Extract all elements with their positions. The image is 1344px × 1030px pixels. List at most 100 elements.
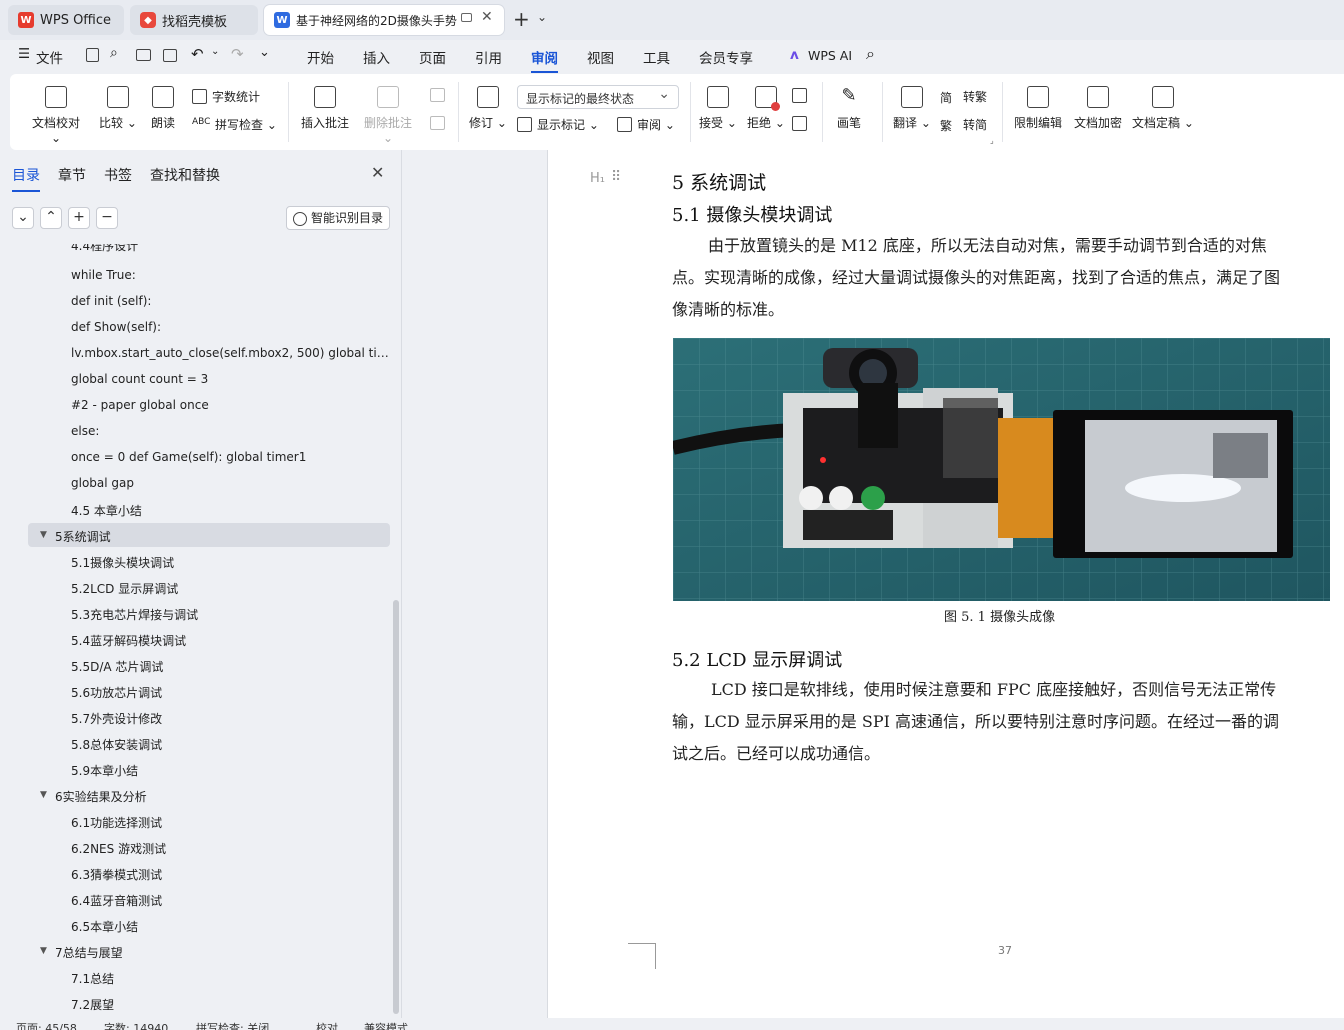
reject-button[interactable]: 拒绝 ⌄: [746, 86, 786, 131]
spell-check-button[interactable]: ABC 拼写检查 ⌄: [192, 116, 277, 133]
collapse-up-button[interactable]: ⌃: [40, 207, 62, 229]
status-proof[interactable]: 校对: [316, 1020, 338, 1030]
menu-tools[interactable]: 工具: [643, 47, 670, 67]
read-aloud-button[interactable]: 朗读: [148, 86, 178, 131]
toc-collapse-caret-icon[interactable]: ▼: [40, 530, 47, 540]
toc-item[interactable]: 7总结与展望: [55, 944, 123, 961]
toc-item[interactable]: 7.2展望: [71, 996, 114, 1013]
toc-item[interactable]: 4.4程序设计: [71, 244, 138, 254]
close-tab-icon[interactable]: ✕: [481, 9, 493, 25]
toc-item[interactable]: global count count = 3: [71, 372, 208, 386]
to-simplified-button[interactable]: 繁 转简: [940, 116, 987, 133]
toc-item[interactable]: #2 - paper global once: [71, 398, 209, 412]
toc-item[interactable]: 5.9本章小结: [71, 762, 138, 779]
close-pane-icon[interactable]: ✕: [371, 163, 384, 182]
toc-item[interactable]: 5系统调试: [55, 528, 111, 545]
drag-handle-icon[interactable]: ⠿: [611, 169, 621, 185]
toc-item[interactable]: 5.4蓝牙解码模块调试: [71, 632, 186, 649]
remove-heading-button[interactable]: −: [96, 207, 118, 229]
restrict-edit-button[interactable]: 限制编辑: [1012, 86, 1064, 131]
toc-collapse-caret-icon[interactable]: ▼: [40, 790, 47, 800]
prev-change-icon[interactable]: [792, 88, 807, 103]
toc-item[interactable]: 5.8总体安装调试: [71, 736, 162, 753]
new-tab-icon[interactable]: +: [513, 7, 530, 31]
prev-comment-icon[interactable]: [430, 88, 445, 102]
status-spell[interactable]: 拼写检查: 关闭: [196, 1020, 269, 1030]
menu-references[interactable]: 引用: [475, 47, 502, 67]
tab-sections[interactable]: 章节: [58, 165, 86, 185]
toc-item[interactable]: def init (self):: [71, 294, 151, 308]
toc-item[interactable]: def Show(self):: [71, 320, 161, 334]
menu-file[interactable]: 文件: [36, 47, 63, 67]
more-chevron-icon[interactable]: ⌄: [259, 45, 270, 60]
status-words[interactable]: 字数: 14940: [104, 1020, 168, 1030]
menu-membership[interactable]: 会员专享: [699, 47, 753, 67]
search-icon[interactable]: ⌕: [866, 44, 875, 64]
toc-item[interactable]: 5.1摄像头模块调试: [71, 554, 174, 571]
toc-item[interactable]: while True:: [71, 268, 136, 282]
tab-find-replace[interactable]: 查找和替换: [150, 165, 220, 185]
review-pane-button[interactable]: 审阅 ⌄: [617, 116, 675, 133]
toc-item[interactable]: 5.2LCD 显示屏调试: [71, 580, 178, 597]
toc-item[interactable]: else:: [71, 424, 99, 438]
markup-state-select[interactable]: 显示标记的最终状态: [517, 85, 679, 109]
menu-insert[interactable]: 插入: [363, 47, 390, 67]
toc-item[interactable]: lv.mbox.start_auto_close(self.mbox2, 500…: [71, 346, 389, 360]
toc-item[interactable]: 6.1功能选择测试: [71, 814, 162, 831]
delete-comment-button[interactable]: 删除批注 ⌄: [360, 86, 416, 145]
wps-ai-icon[interactable]: ʌ: [790, 47, 799, 63]
monitor-icon[interactable]: [461, 13, 472, 22]
encrypt-button[interactable]: 文档加密: [1072, 86, 1124, 131]
toc-item[interactable]: 4.5 本章小结: [71, 502, 142, 519]
toc-item[interactable]: 7.1总结: [71, 970, 114, 987]
export-icon[interactable]: ⌕: [110, 45, 118, 61]
redo-icon[interactable]: ↷: [231, 45, 244, 63]
add-heading-button[interactable]: +: [68, 207, 90, 229]
translate-button[interactable]: 翻译 ⌄: [892, 86, 932, 131]
menu-page[interactable]: 页面: [419, 47, 446, 67]
toc-collapse-caret-icon[interactable]: ▼: [40, 946, 47, 956]
toc-item[interactable]: 6.3猜拳模式测试: [71, 866, 162, 883]
toc-item[interactable]: 5.7外壳设计修改: [71, 710, 162, 727]
track-changes-button[interactable]: 修订 ⌄: [468, 86, 508, 131]
toc-item[interactable]: 6.4蓝牙音箱测试: [71, 892, 162, 909]
undo-dropdown-icon[interactable]: ⌄: [211, 46, 219, 57]
undo-icon[interactable]: ↶: [191, 45, 204, 63]
sidebar-scrollbar[interactable]: [393, 600, 399, 1014]
status-page[interactable]: 页面: 45/58: [16, 1020, 77, 1030]
pen-button[interactable]: ✎ 画笔: [834, 86, 864, 131]
show-markup-button[interactable]: 显示标记 ⌄: [517, 116, 599, 133]
save-icon[interactable]: [86, 48, 99, 62]
word-count-button[interactable]: 字数统计: [192, 88, 260, 105]
finalize-button[interactable]: 文档定稿 ⌄: [1132, 86, 1194, 131]
tab-document[interactable]: W 基于神经网络的2D摄像头手势 ✕: [264, 5, 504, 35]
toc-item[interactable]: 5.5D/A 芯片调试: [71, 658, 163, 675]
menu-view[interactable]: 视图: [587, 47, 614, 67]
compare-button[interactable]: 比较 ⌄: [98, 86, 138, 131]
next-comment-icon[interactable]: [430, 116, 445, 130]
tab-bookmarks[interactable]: 书签: [104, 165, 132, 185]
toc-item[interactable]: global gap: [71, 476, 134, 490]
next-change-icon[interactable]: [792, 116, 807, 131]
camera-photo-figure[interactable]: [673, 338, 1330, 601]
expand-down-button[interactable]: ⌄: [12, 207, 34, 229]
doc-proofread-button[interactable]: 文档校对 ⌄: [28, 86, 84, 145]
toc-item[interactable]: once = 0 def Game(self): global timer1: [71, 450, 306, 464]
hamburger-icon[interactable]: ☰: [18, 46, 30, 62]
menu-review[interactable]: 审阅: [531, 47, 558, 73]
menu-wps-ai[interactable]: WPS AI: [808, 48, 852, 63]
print-icon[interactable]: [136, 49, 151, 61]
print-preview-icon[interactable]: [163, 49, 177, 62]
accept-button[interactable]: 接受 ⌄: [698, 86, 738, 131]
chevron-down-icon[interactable]: ⌄: [537, 10, 547, 24]
toc-item[interactable]: 6.5本章小结: [71, 918, 138, 935]
tab-template[interactable]: ◆ 找稻壳模板: [130, 5, 258, 35]
smart-toc-button[interactable]: 智能识别目录: [286, 206, 390, 230]
tab-toc[interactable]: 目录: [12, 165, 40, 192]
toc-item[interactable]: 6.2NES 游戏测试: [71, 840, 166, 857]
toc-item[interactable]: 5.6功放芯片调试: [71, 684, 162, 701]
toc-item[interactable]: 5.3充电芯片焊接与调试: [71, 606, 198, 623]
toc-item[interactable]: 6实验结果及分析: [55, 788, 147, 805]
to-traditional-button[interactable]: 简 转繁: [940, 88, 987, 105]
menu-home[interactable]: 开始: [307, 47, 334, 67]
